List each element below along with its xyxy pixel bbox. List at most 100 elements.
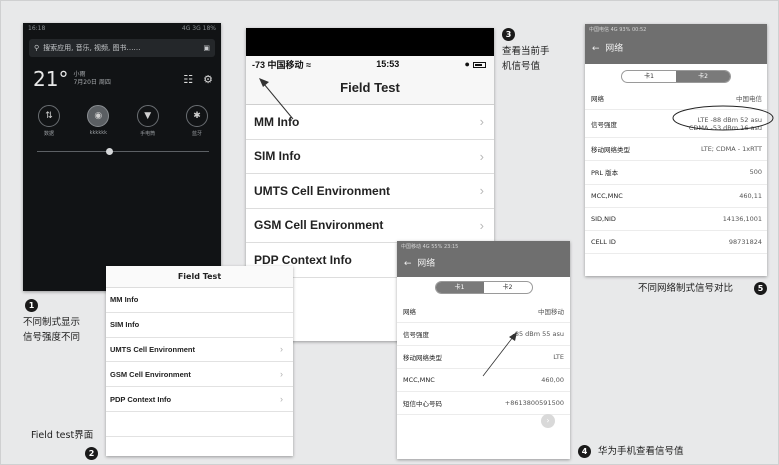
info-row-sid-nid: SID,NID 14136,1001 [585,208,767,231]
toggle-bluetooth[interactable]: ✱ 蓝牙 [183,105,211,137]
row-label: PRL 版本 [591,169,619,178]
list-item-umts[interactable]: UMTS Cell Environment › [106,338,293,363]
back-arrow-icon[interactable]: ← [404,259,412,269]
caption-4: 华为手机查看信号值 [598,446,684,457]
brightness-knob[interactable] [106,148,113,155]
list-item-sim-info[interactable]: SIM Info [106,313,293,338]
status-indicators: 4G 3G 18% [181,25,216,32]
info-row-prl: PRL 版本 500 [585,161,767,185]
status-text: 中国移动 4G 55% 23:15 [401,244,459,250]
status-time: 15:53 [376,59,400,69]
carrier-name: 中国移动 [267,59,304,70]
list-item-label: SIM Info [110,320,140,330]
page-title: 网络 [417,259,436,269]
row-label: 信号强度 [403,331,429,339]
toggle-label: 数据 [43,131,54,137]
row-value: 14136,1001 [722,214,762,223]
toggle-flashlight[interactable]: ▼ 手电筒 [134,105,162,137]
row-value: -85 dBm 55 asu [512,330,565,338]
toggle-data[interactable]: ⇅ 数据 [35,105,63,137]
tab-sim1[interactable]: 卡1 [435,282,484,293]
list-item-label: UMTS Cell Environment [110,344,196,354]
list-item-label: MM Info [254,114,300,129]
chevron-right-icon: › [479,114,484,130]
status-time: 16:18 [28,25,46,32]
sim-tabs: 卡1 卡2 [434,281,533,294]
row-value: 500 [749,168,762,177]
list-item-sim-info[interactable]: SIM Info › [246,140,494,174]
search-input[interactable]: 搜索应用, 音乐, 视频, 图书…… [43,43,199,53]
info-row-mcc-mnc: MCC,MNC 460,11 [585,185,767,208]
search-bar[interactable]: ⚲ 搜索应用, 音乐, 视频, 图书…… ▣ [29,39,215,57]
status-text: 中国电信 4G 93% 00:52 [589,27,647,33]
lte-signal: LTE -88 dBm 52 asu [697,115,762,124]
page-title: Field Test [106,266,293,288]
grid-icon[interactable]: ☷ [183,73,193,86]
top-black-bar [246,28,494,56]
list-item-umts[interactable]: UMTS Cell Environment › [246,174,494,209]
wifi-icon: ◉ [87,105,110,127]
row-value: 中国电信 [736,95,762,104]
row-value: LTE [553,353,564,361]
brightness-slider[interactable] [37,147,209,155]
temperature: 21° [33,67,69,91]
back-arrow-icon[interactable]: ← [592,44,600,54]
row-label: 网络 [403,308,416,316]
brightness-track [37,151,209,152]
list-item-mm-info[interactable]: MM Info › [246,105,494,140]
list-item-label: UMTS Cell Environment [254,183,391,198]
gear-icon[interactable]: ⚙ [203,73,213,86]
chevron-right-icon: › [280,394,283,405]
notification-shade-screenshot: 16:18 4G 3G 18% ⚲ 搜索应用, 音乐, 视频, 图书…… ▣ 2… [23,23,221,291]
network-comparison-screenshot: 中国电信 4G 93% 00:52 ← 网络 卡1 卡2 网络 中国电信 信号强度… [585,24,767,276]
page-title: Field Test [246,72,494,105]
quick-toggles: ⇅ 数据 ◉ kkkkkk ▼ 手电筒 ✱ 蓝牙 [23,91,221,137]
huawei-network-screenshot: 中国移动 4G 55% 23:15 ← 网络 卡1 卡2 网络 中国移动 信号强度… [397,241,570,459]
list-item-label: PDP Context Info [110,394,172,404]
caption-3-line2: 机信号值 [502,61,541,72]
cdma-signal: CDMA -53 dBm 16 asu [688,123,762,132]
chevron-right-icon: › [280,344,283,355]
info-row-cell-id: CELL ID 98731824 [585,231,767,255]
caption-3: 查看当前手 机信号值 [502,44,550,74]
lock-icon: ● [464,59,470,69]
toggle-label: kkkkkk [89,130,108,136]
status-icons: ● [465,59,486,69]
info-row-signal: 信号强度 LTE -88 dBm 52 asu CDMA -53 dBm 16 as… [585,110,767,139]
weather-panel: 21° 小雨 7月20日 周四 ☷ ⚙ [23,61,221,91]
info-row-network-type: 移动网络类型 LTE [397,346,570,369]
shade-actions: ☷ ⚙ [183,73,213,86]
list-item-gsm[interactable]: GSM Cell Environment › [106,362,293,388]
list-item-mm-info[interactable]: MM Info [106,288,293,313]
next-arrow-icon[interactable]: › [541,414,555,428]
chevron-right-icon: › [479,183,484,199]
tab-sim2[interactable]: 卡2 [676,71,730,82]
list-item-label: GSM Cell Environment [110,369,191,379]
chevron-right-icon: › [280,369,283,380]
list-item-label: SIM Info [254,149,301,164]
list-item-gsm[interactable]: GSM Cell Environment › [246,209,494,243]
app-bar: 中国移动 4G 55% 23:15 ← 网络 [397,241,570,277]
list-item-empty [106,412,293,437]
tab-sim2[interactable]: 卡2 [484,282,532,293]
status-bar: 中国移动 4G 55% 23:15 [397,241,570,252]
caption-1: 不同制式显示 信号强度不同 [23,315,80,345]
signal-carrier: -73 中国移动 ≈ [252,58,311,71]
weather-condition: 小雨 [73,71,86,78]
tab-sim1[interactable]: 卡1 [622,71,676,82]
weather-date: 7月20日 周四 [73,79,111,86]
info-row-mcc-mnc: MCC,MNC 460,00 [397,369,570,392]
step-number-3: 3 [502,28,515,41]
list-item-pdp[interactable]: PDP Context Info › [106,387,293,412]
info-row-signal: 信号强度 -85 dBm 55 asu [397,323,570,346]
row-label: MCC,MNC [403,376,435,384]
row-label: MCC,MNC [591,191,623,200]
flashlight-icon: ▼ [136,105,159,127]
toggle-wifi[interactable]: ◉ kkkkkk [84,105,112,137]
caption-2: Field test界面 [31,430,94,441]
info-row-network: 网络 中国移动 [397,300,570,323]
chevron-right-icon: › [479,217,484,233]
ios-status-bar: -73 中国移动 ≈ 15:53 ● [246,56,494,72]
row-label: 移动网络类型 [591,146,630,155]
scan-icon[interactable]: ▣ [203,44,210,52]
